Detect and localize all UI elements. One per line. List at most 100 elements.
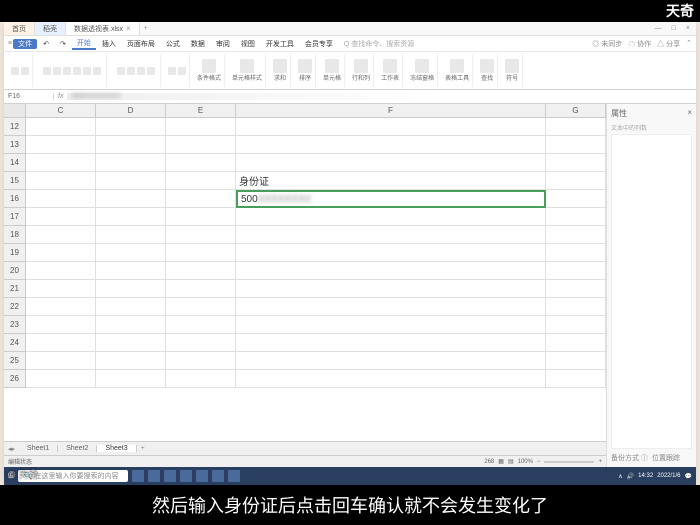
menu-insert[interactable]: 插入 (97, 39, 121, 49)
cell-F15[interactable]: 身份证 (236, 172, 546, 190)
row-header[interactable]: 12 (4, 118, 26, 136)
cell-C22[interactable] (26, 298, 96, 316)
row-header[interactable]: 13 (4, 136, 26, 154)
row-header[interactable]: 14 (4, 154, 26, 172)
sheet-nav-icon[interactable]: ◂▸ (4, 445, 19, 453)
cell-F22[interactable] (236, 298, 546, 316)
cell-C16[interactable] (26, 190, 96, 208)
menu-view[interactable]: 视图 (236, 39, 260, 49)
cell-G12[interactable] (546, 118, 606, 136)
fx-icon[interactable]: fx (54, 93, 67, 100)
cell-G17[interactable] (546, 208, 606, 226)
cell-F16[interactable]: 500XXXXXXXX (236, 190, 546, 208)
cell-E18[interactable] (166, 226, 236, 244)
menu-file[interactable]: 文件 (13, 39, 37, 49)
formula-input[interactable]: 500XXXXXXXX (67, 93, 696, 100)
taskbar-app-icon[interactable] (132, 470, 144, 482)
view-icon[interactable]: ▦ (498, 458, 504, 465)
menu-formula[interactable]: 公式 (161, 39, 185, 49)
taskbar-app-icon[interactable] (148, 470, 160, 482)
row-header[interactable]: 24 (4, 334, 26, 352)
cell-G25[interactable] (546, 352, 606, 370)
menu-member[interactable]: 会员专享 (300, 39, 338, 49)
cell-C20[interactable] (26, 262, 96, 280)
menu-icon[interactable]: ≡ (8, 40, 12, 47)
sync-status[interactable]: ◎ 未同步 (592, 39, 622, 49)
select-all-corner[interactable] (4, 104, 26, 118)
minimize-icon[interactable]: — (655, 25, 662, 32)
cell-D16[interactable] (96, 190, 166, 208)
taskbar-app-icon[interactable] (196, 470, 208, 482)
cell-G19[interactable] (546, 244, 606, 262)
sheet-tab-1[interactable]: Sheet1 (19, 445, 58, 452)
tray-date[interactable]: 2022/1/6 (657, 473, 680, 479)
tab-docer[interactable]: 稻壳 (35, 22, 66, 35)
panel-close-icon[interactable]: × (687, 108, 692, 119)
cell-D24[interactable] (96, 334, 166, 352)
cell-F17[interactable] (236, 208, 546, 226)
cell-C12[interactable] (26, 118, 96, 136)
cell-D12[interactable] (96, 118, 166, 136)
col-header-c[interactable]: C (26, 104, 96, 118)
ribbon-rowcol[interactable]: 行和列 (349, 54, 374, 87)
tray-icon[interactable]: ∧ (618, 473, 622, 480)
tray-icon[interactable]: 🔊 (627, 473, 634, 480)
cell-F14[interactable] (236, 154, 546, 172)
cell-E17[interactable] (166, 208, 236, 226)
menu-dev[interactable]: 开发工具 (261, 39, 299, 49)
col-header-g[interactable]: G (546, 104, 606, 118)
cell-C13[interactable] (26, 136, 96, 154)
ribbon-number[interactable] (165, 54, 190, 87)
cell-D26[interactable] (96, 370, 166, 388)
cell-E15[interactable] (166, 172, 236, 190)
chevron-up-icon[interactable]: ⌃ (686, 39, 692, 49)
cell-F23[interactable] (236, 316, 546, 334)
menu-review[interactable]: 审阅 (211, 39, 235, 49)
tab-document[interactable]: 数据透视表.xlsx× (66, 22, 140, 35)
cell-D23[interactable] (96, 316, 166, 334)
ribbon-freeze[interactable]: 冻结窗格 (407, 54, 438, 87)
taskbar-app-icon[interactable] (212, 470, 224, 482)
cell-F18[interactable] (236, 226, 546, 244)
cell-F12[interactable] (236, 118, 546, 136)
cell-E19[interactable] (166, 244, 236, 262)
ribbon-cell[interactable]: 单元格 (320, 54, 345, 87)
ribbon-sort[interactable]: 排序 (295, 54, 316, 87)
cell-G22[interactable] (546, 298, 606, 316)
cell-F26[interactable] (236, 370, 546, 388)
cell-D13[interactable] (96, 136, 166, 154)
ribbon-sum[interactable]: 求和 (270, 54, 291, 87)
cell-E21[interactable] (166, 280, 236, 298)
cell-C24[interactable] (26, 334, 96, 352)
cell-G13[interactable] (546, 136, 606, 154)
taskbar-app-icon[interactable] (180, 470, 192, 482)
cell-F21[interactable] (236, 280, 546, 298)
cell-G15[interactable] (546, 172, 606, 190)
cell-F13[interactable] (236, 136, 546, 154)
cell-E13[interactable] (166, 136, 236, 154)
view-icon[interactable]: ▤ (508, 458, 514, 465)
panel-footer-item[interactable]: 备份方式 ⓘ (611, 453, 648, 463)
close-icon[interactable]: × (686, 25, 690, 32)
zoom-out-button[interactable]: − (537, 459, 541, 465)
ribbon-cellstyle[interactable]: 单元格样式 (229, 54, 266, 87)
cell-C25[interactable] (26, 352, 96, 370)
cell-D19[interactable] (96, 244, 166, 262)
row-header[interactable]: 21 (4, 280, 26, 298)
maximize-icon[interactable]: □ (672, 25, 676, 32)
ribbon-align[interactable] (111, 54, 161, 87)
row-header[interactable]: 23 (4, 316, 26, 334)
cell-C23[interactable] (26, 316, 96, 334)
cell-E12[interactable] (166, 118, 236, 136)
cell-C21[interactable] (26, 280, 96, 298)
cell-D21[interactable] (96, 280, 166, 298)
cell-G14[interactable] (546, 154, 606, 172)
cell-C17[interactable] (26, 208, 96, 226)
cell-F25[interactable] (236, 352, 546, 370)
zoom-in-button[interactable]: + (598, 459, 602, 465)
col-header-d[interactable]: D (96, 104, 166, 118)
ribbon-font[interactable] (37, 54, 107, 87)
tab-home[interactable]: 首页 (4, 22, 35, 35)
cell-E20[interactable] (166, 262, 236, 280)
menu-search[interactable]: Q 查找命令、搜索资源 (339, 39, 419, 49)
